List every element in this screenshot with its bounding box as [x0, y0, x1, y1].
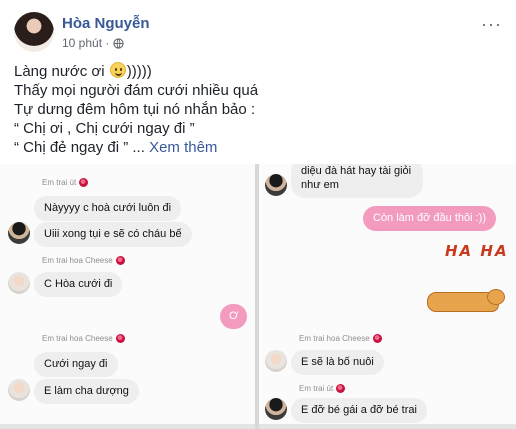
chat-screenshot-left[interactable]: Em trai út Nàyyyy c hoà cưới luôn đi Uii…: [0, 164, 255, 429]
author-avatar[interactable]: [14, 12, 54, 52]
divider: [0, 424, 255, 429]
rose-icon: [336, 384, 346, 393]
sender-label: Em trai hoa Cheese: [42, 256, 125, 265]
rose-icon: [115, 334, 125, 343]
see-more-link[interactable]: Xem thêm: [149, 139, 217, 156]
globe-icon[interactable]: [113, 37, 125, 49]
dog-sticker: [427, 289, 505, 312]
post-line-3: Tự dưng đêm hôm tụi nó nhắn bảo :: [14, 101, 256, 118]
post-photos: Em trai út Nàyyyy c hoà cưới luôn đi Uii…: [0, 164, 516, 429]
chat-bubble: Cưới ngay đi: [34, 352, 118, 377]
post-line-2: Thấy mọi người đám cưới nhiều quá: [14, 82, 259, 99]
post-text: Làng nước ơi ))))) Thấy mọi người đám cư…: [14, 62, 504, 157]
rose-icon: [115, 256, 125, 265]
more-options-button[interactable]: ···: [481, 14, 502, 35]
sender-label: Em trai hoa Cheese: [299, 334, 382, 343]
chat-bubble: E làm cha dượng: [34, 379, 139, 404]
post-meta: 10 phút ·: [62, 36, 125, 50]
avatar: [8, 222, 30, 244]
author-name[interactable]: Hòa Nguyễn: [62, 15, 150, 32]
chat-bubble: diệu đà hát hay tài giỏi như em: [291, 164, 423, 198]
chat-screenshot-right[interactable]: diệu đà hát hay tài giỏi như em Còn làm …: [259, 164, 516, 429]
post-line-1: Làng nước ơi ))))): [14, 62, 152, 80]
sender-label: Em trai út: [42, 178, 89, 187]
sender-label: Em trai út: [299, 384, 346, 393]
chat-bubble-self: Còn làm đỡ đầu thôi :)): [363, 206, 496, 231]
rose-icon: [79, 178, 89, 187]
chat-bubble-self: Ơ: [220, 304, 248, 329]
haha-sticker: HA HA: [445, 242, 509, 260]
post-line-4: “ Chị ơi , Chị cưới ngay đi ”: [14, 120, 195, 137]
avatar: [265, 398, 287, 420]
avatar: [8, 272, 30, 294]
sender-label: Em trai hoa Cheese: [42, 334, 125, 343]
chat-bubble: Uiii xong tụi e sẽ có cháu bế: [34, 222, 192, 247]
avatar: [265, 350, 287, 372]
rose-icon: [372, 334, 382, 343]
chat-bubble: E sẽ là bố nuôi: [291, 350, 384, 375]
post-header: Hòa Nguyễn 10 phút · ···: [0, 0, 516, 58]
divider: [259, 424, 516, 429]
post-line-5: “ Chị đẻ ngay đi ” ... Xem thêm: [14, 139, 218, 156]
chat-bubble: Nàyyyy c hoà cưới luôn đi: [34, 196, 182, 221]
chat-bubble: E đỡ bé gái a đỡ bé trai: [291, 398, 427, 423]
smiley-emoji-icon: [109, 62, 126, 78]
avatar: [8, 379, 30, 401]
post-time[interactable]: 10 phút ·: [62, 36, 109, 50]
chat-bubble: C Hòa cưới đi: [34, 272, 123, 297]
avatar: [265, 174, 287, 196]
